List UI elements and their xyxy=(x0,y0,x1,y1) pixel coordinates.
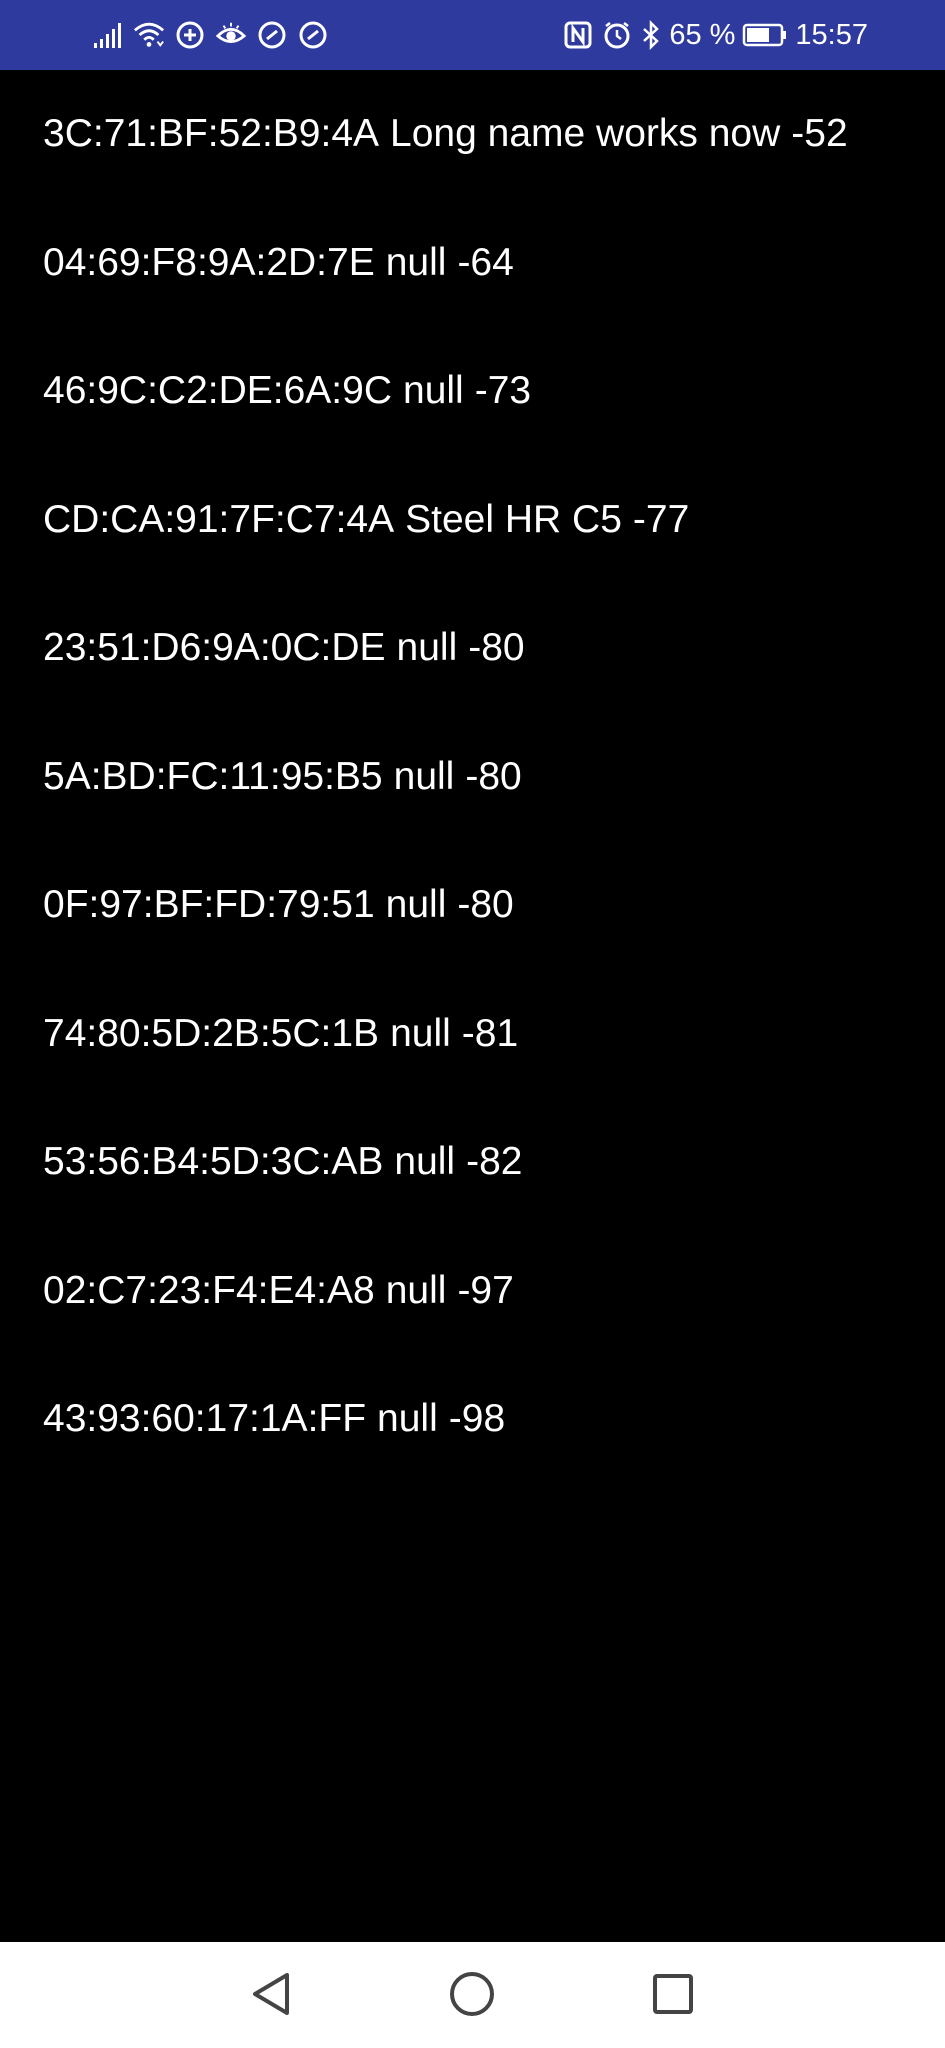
clock: 15:57 xyxy=(795,19,868,51)
home-icon xyxy=(449,1971,495,2022)
device-name: null xyxy=(403,369,464,413)
list-item[interactable]: 3C:71:BF:52:B9:4A Long name works now -5… xyxy=(0,70,945,199)
device-rssi: -73 xyxy=(474,369,532,413)
device-rssi: -98 xyxy=(448,1397,506,1441)
device-rssi: -77 xyxy=(632,497,690,541)
device-name: null xyxy=(385,883,447,927)
device-list: 3C:71:BF:52:B9:4A Long name works now -5… xyxy=(0,70,945,1484)
signal-icon xyxy=(92,19,124,51)
device-name: null xyxy=(377,1397,438,1441)
device-rssi: -64 xyxy=(457,240,514,284)
status-right-icons: 65 % 15:57 xyxy=(562,0,868,70)
wifi-icon xyxy=(133,19,165,51)
link-icon xyxy=(256,19,288,51)
alarm-icon xyxy=(601,19,633,51)
navigation-bar xyxy=(0,1942,945,2048)
battery-icon xyxy=(742,19,788,51)
device-name: null xyxy=(393,754,455,798)
bluetooth-icon xyxy=(640,19,662,51)
device-name: null xyxy=(390,1011,451,1055)
list-item[interactable]: 04:69:F8:9A:2D:7E null -64 xyxy=(0,199,945,328)
device-address: 0F:97:BF:FD:79:51 xyxy=(43,883,375,927)
device-address: 23:51:D6:9A:0C:DE xyxy=(43,626,386,670)
device-name: null xyxy=(396,626,458,670)
device-address: 5A:BD:FC:11:95:B5 xyxy=(43,754,383,798)
device-name: Long name works now xyxy=(390,112,781,156)
recent-apps-button[interactable] xyxy=(645,1968,701,2024)
device-name: Steel HR C5 xyxy=(405,497,622,541)
device-rssi: -52 xyxy=(791,112,848,156)
device-rssi: -97 xyxy=(457,1268,514,1312)
device-address: 46:9C:C2:DE:6A:9C xyxy=(43,369,393,413)
list-item[interactable]: 23:51:D6:9A:0C:DE null -80 xyxy=(0,584,945,713)
list-item[interactable]: 5A:BD:FC:11:95:B5 null -80 xyxy=(0,713,945,842)
device-rssi: -81 xyxy=(461,1011,519,1055)
device-address: CD:CA:91:7F:C7:4A xyxy=(43,497,395,541)
list-item[interactable]: 46:9C:C2:DE:6A:9C null -73 xyxy=(0,327,945,456)
back-button[interactable] xyxy=(243,1968,299,2024)
nfc-icon xyxy=(562,19,594,51)
device-name: null xyxy=(385,240,447,284)
data-saver-icon xyxy=(174,19,206,51)
list-item[interactable]: 53:56:B4:5D:3C:AB null -82 xyxy=(0,1098,945,1227)
device-rssi: -82 xyxy=(466,1140,523,1184)
device-rssi: -80 xyxy=(468,626,525,670)
list-item[interactable]: CD:CA:91:7F:C7:4A Steel HR C5 -77 xyxy=(0,456,945,585)
device-name: null xyxy=(385,1268,447,1312)
device-address: 53:56:B4:5D:3C:AB xyxy=(43,1140,384,1184)
battery-percentage: 65 % xyxy=(669,19,736,51)
home-button[interactable] xyxy=(444,1968,500,2024)
device-rssi: -80 xyxy=(465,754,522,798)
list-item[interactable]: 0F:97:BF:FD:79:51 null -80 xyxy=(0,841,945,970)
list-item[interactable]: 74:80:5D:2B:5C:1B null -81 xyxy=(0,970,945,1099)
eye-comfort-icon xyxy=(215,19,247,51)
device-address: 3C:71:BF:52:B9:4A xyxy=(43,112,380,156)
back-icon xyxy=(249,1971,293,2022)
device-address: 43:93:60:17:1A:FF xyxy=(43,1397,367,1441)
link-icon xyxy=(297,19,329,51)
recent-apps-icon xyxy=(652,1973,694,2020)
device-address: 02:C7:23:F4:E4:A8 xyxy=(43,1268,375,1312)
list-item[interactable]: 43:93:60:17:1A:FF null -98 xyxy=(0,1355,945,1484)
list-item[interactable]: 02:C7:23:F4:E4:A8 null -97 xyxy=(0,1227,945,1356)
device-address: 04:69:F8:9A:2D:7E xyxy=(43,240,375,284)
device-name: null xyxy=(394,1140,456,1184)
status-left-icons xyxy=(92,0,329,70)
device-address: 74:80:5D:2B:5C:1B xyxy=(43,1011,380,1055)
status-bar: 65 % 15:57 xyxy=(0,0,945,70)
device-rssi: -80 xyxy=(457,883,514,927)
